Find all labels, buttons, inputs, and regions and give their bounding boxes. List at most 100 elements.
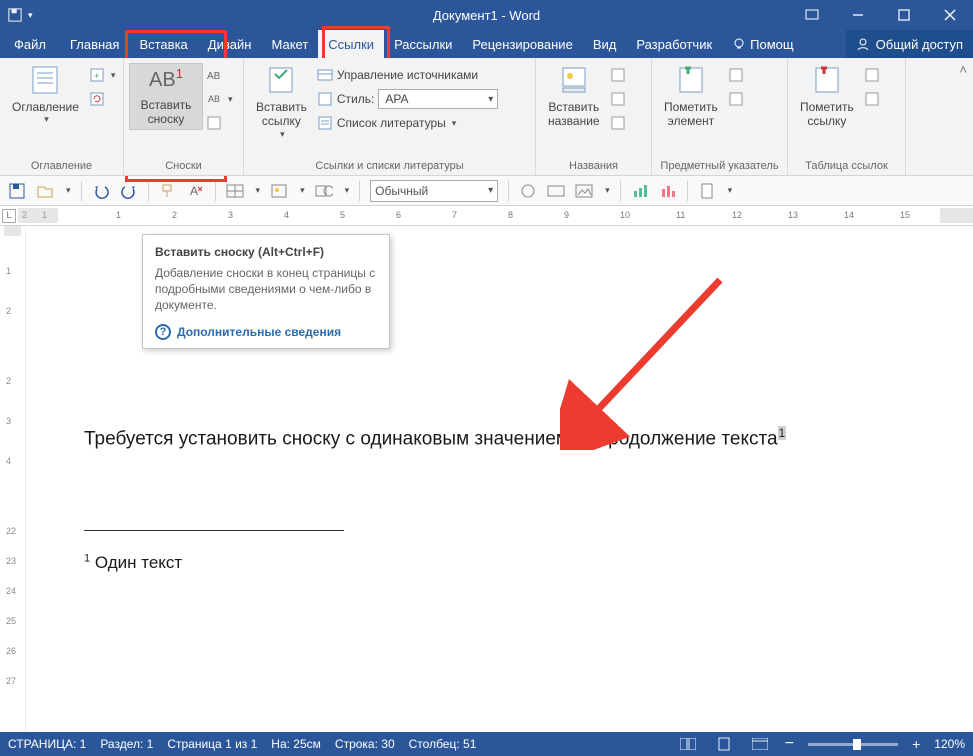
insert-endnote-button[interactable]: AB [206, 64, 233, 86]
tab-layout[interactable]: Макет [261, 30, 318, 58]
toc-button[interactable]: Оглавление ▾ [6, 62, 85, 127]
citation-style-select[interactable]: APA [378, 89, 498, 109]
circle-icon[interactable] [519, 182, 537, 200]
svg-text:+: + [94, 71, 99, 81]
style-combo[interactable]: Обычный [370, 180, 498, 202]
insert-index-button[interactable] [728, 64, 744, 86]
update-toc-button[interactable] [89, 88, 116, 110]
footnote-separator [84, 530, 344, 531]
status-col[interactable]: Столбец: 51 [409, 737, 477, 751]
bibliography-icon [317, 115, 333, 131]
endnote-icon: AB [206, 67, 222, 83]
caption-icon [558, 64, 590, 96]
group-label-toa: Таблица ссылок [794, 158, 899, 175]
tab-review[interactable]: Рецензирование [462, 30, 582, 58]
chart-icon[interactable] [631, 182, 649, 200]
zoom-slider[interactable] [808, 743, 898, 746]
update-tof-button[interactable] [610, 88, 626, 110]
mark-citation-button[interactable]: Пометить ссылку [794, 62, 860, 131]
close-button[interactable] [927, 0, 973, 30]
clear-format-icon[interactable]: A [187, 182, 205, 200]
shapes-icon[interactable] [315, 182, 333, 200]
tab-references[interactable]: Ссылки [318, 30, 384, 58]
bibliography-button[interactable]: Список литературы▾ [317, 112, 498, 134]
group-toa: Пометить ссылку Таблица ссылок [788, 58, 906, 175]
page-icon[interactable] [698, 182, 716, 200]
table-icon[interactable] [226, 182, 244, 200]
collapse-ribbon-button[interactable]: ˄ [959, 62, 967, 77]
redo-icon[interactable] [120, 182, 138, 200]
update-index-button[interactable] [728, 88, 744, 110]
tab-insert[interactable]: Вставка [129, 30, 197, 58]
picture-icon[interactable] [270, 182, 288, 200]
footnote-ref-1: 1 [570, 426, 577, 440]
qat-dropdown-icon[interactable]: ▾ [28, 10, 33, 21]
help-icon: ? [155, 324, 171, 340]
tooltip-more-link[interactable]: ? Дополнительные сведения [155, 324, 377, 340]
footnote-text[interactable]: 1 Один текст [84, 552, 182, 573]
manage-sources-icon [317, 67, 333, 83]
group-captions: Вставить название Названия [536, 58, 652, 175]
ribbon-tabs: Файл Главная Вставка Дизайн Макет Ссылки… [0, 30, 973, 58]
insert-footnote-button[interactable]: AB1 Вставить сноску [130, 64, 202, 129]
open-icon[interactable] [36, 182, 54, 200]
chart2-icon[interactable] [659, 182, 677, 200]
horizontal-ruler[interactable]: L 21123456789101112131415 [0, 206, 973, 226]
tab-selector[interactable]: L [2, 209, 16, 223]
quick-access-row: ▾ A ▾ ▾ ▾ Обычный ▾ ▾ [0, 176, 973, 206]
status-page-of[interactable]: Страница 1 из 1 [167, 737, 257, 751]
read-mode-button[interactable] [677, 735, 699, 753]
tooltip-insert-footnote: Вставить сноску (Alt+Ctrl+F) Добавление … [142, 234, 390, 349]
rect-icon[interactable] [547, 182, 565, 200]
group-footnotes: AB1 Вставить сноску AB AB▾ Сноски [124, 58, 244, 175]
show-notes-icon [206, 115, 222, 131]
tab-view[interactable]: Вид [583, 30, 627, 58]
status-page[interactable]: СТРАНИЦА: 1 [8, 737, 86, 751]
mark-entry-button[interactable]: Пометить элемент [658, 62, 724, 131]
save-icon[interactable] [8, 182, 26, 200]
ribbon-display-icon[interactable] [789, 0, 835, 30]
zoom-out-button[interactable]: − [785, 735, 794, 753]
insert-citation-button[interactable]: Вставить ссылку ▾ [250, 62, 313, 142]
insert-toa-button[interactable] [864, 64, 880, 86]
next-footnote-button[interactable]: AB▾ [206, 88, 233, 110]
undo-icon[interactable] [92, 182, 110, 200]
show-notes-button[interactable] [206, 112, 233, 134]
tab-mailings[interactable]: Рассылки [384, 30, 462, 58]
update-toa-button[interactable] [864, 88, 880, 110]
tab-design[interactable]: Дизайн [198, 30, 262, 58]
tab-file[interactable]: Файл [0, 30, 60, 58]
insert-caption-button[interactable]: Вставить название [542, 62, 606, 131]
group-label-toc: Оглавление [6, 158, 117, 175]
share-button[interactable]: Общий доступ [846, 30, 973, 58]
vertical-ruler[interactable]: 12234222324252627 [0, 226, 26, 732]
tab-home[interactable]: Главная [60, 30, 129, 58]
quick-access-toolbar: ▾ [0, 8, 33, 22]
zoom-level[interactable]: 120% [934, 737, 965, 751]
add-text-button[interactable]: +▾ [89, 64, 116, 86]
status-line[interactable]: Строка: 30 [335, 737, 395, 751]
document-body-text[interactable]: Требуется установить сноску с одинаковым… [84, 426, 786, 450]
status-section[interactable]: Раздел: 1 [100, 737, 153, 751]
format-painter-icon[interactable] [159, 182, 177, 200]
image-icon[interactable] [575, 182, 593, 200]
tab-developer[interactable]: Разработчик [626, 30, 722, 58]
zoom-in-button[interactable]: + [912, 736, 920, 752]
mark-citation-icon [811, 64, 843, 96]
group-index: Пометить элемент Предметный указатель [652, 58, 788, 175]
citation-style-row: Стиль: APA [317, 88, 498, 110]
maximize-button[interactable] [881, 0, 927, 30]
insert-tof-button[interactable] [610, 64, 626, 86]
cross-ref-button[interactable] [610, 112, 626, 134]
web-layout-button[interactable] [749, 735, 771, 753]
save-icon[interactable] [8, 8, 22, 22]
tell-me[interactable]: Помощ [722, 30, 803, 58]
manage-sources-button[interactable]: Управление источниками [317, 64, 498, 86]
citation-icon [265, 64, 297, 96]
footnote-icon: AB1 [144, 66, 188, 94]
tooltip-body: Добавление сноски в конец страницы с под… [155, 265, 377, 314]
print-layout-button[interactable] [713, 735, 735, 753]
chevron-down-icon[interactable]: ▾ [66, 185, 71, 196]
minimize-button[interactable] [835, 0, 881, 30]
status-at[interactable]: На: 25см [271, 737, 321, 751]
